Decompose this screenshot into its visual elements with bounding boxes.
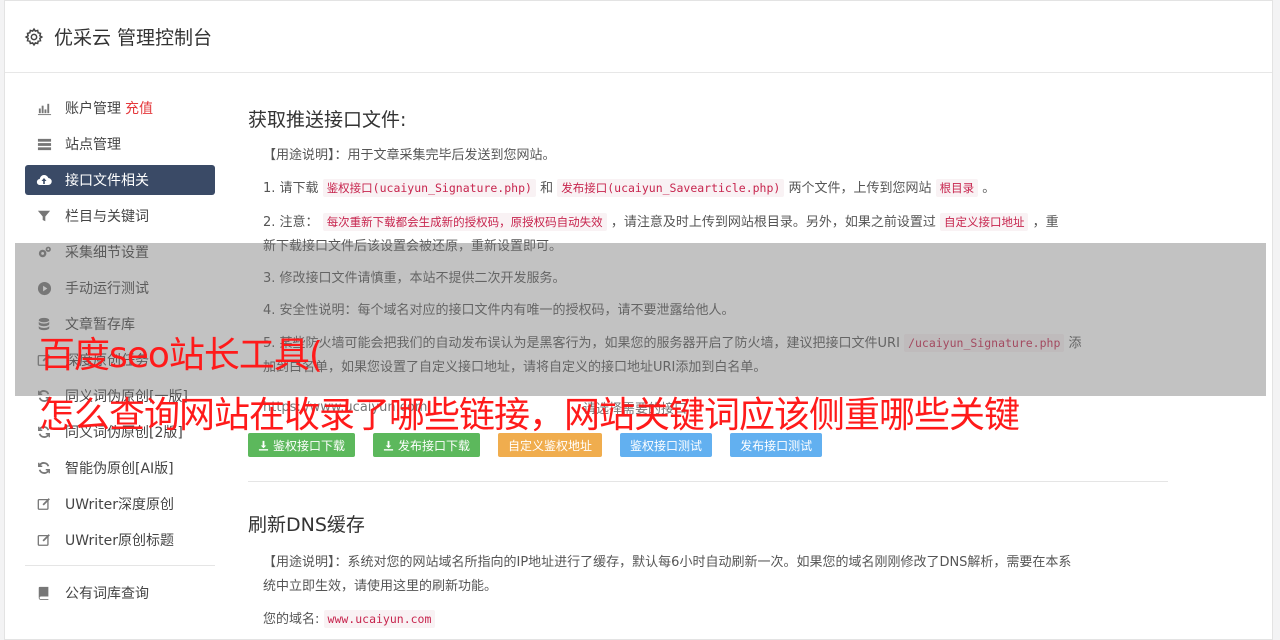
instruction-1: 1. 请下载 鉴权接口(ucaiyun_Signature.php) 和 发布接…: [248, 176, 1168, 201]
sidebar-item-label: 账户管理: [65, 101, 121, 117]
sidebar-item-interface-files[interactable]: 接口文件相关: [25, 165, 215, 195]
savearticle-file-code: 发布接口(ucaiyun_Savearticle.php): [557, 179, 785, 197]
sidebar-item-public-lexicon[interactable]: 公有词库查询: [25, 578, 215, 608]
sidebar-item-sites[interactable]: 站点管理: [25, 129, 215, 159]
sidebar-item-uwriter-deep[interactable]: UWriter深度原创: [25, 489, 215, 519]
text: 1. 请下载: [263, 181, 319, 196]
gear-icon: [24, 27, 44, 46]
sidebar-item-label: 智能伪原创[AI版]: [65, 461, 174, 477]
download-icon: [258, 440, 269, 451]
button-label: 鉴权接口下载: [273, 438, 346, 453]
text: 2. 注意：: [263, 215, 319, 230]
overlay-title-line1: 百度seo站长工具(: [39, 335, 323, 376]
sidebar-item-label: 公有词库查询: [65, 586, 149, 602]
edit-icon: [36, 496, 52, 512]
download-icon: [383, 440, 394, 451]
root-dir-code: 根目录: [935, 179, 979, 197]
usage-note: 【用途说明】：用于文章采集完毕后发送到您网站。: [263, 148, 556, 163]
top-header: 优采云 管理控制台: [5, 1, 1272, 73]
domain-row: 您的域名: www.ucaiyun.com: [248, 607, 1168, 632]
sidebar-item-uwriter-title[interactable]: UWriter原创标题: [25, 525, 215, 555]
sidebar-item-label: UWriter原创标题: [65, 533, 174, 549]
overlay-title-line2: 怎么查询网站在收录了哪些链接，网站关键词应该侧重哪些关键: [39, 395, 1020, 436]
sidebar-item-ai-rewrite[interactable]: 智能伪原创[AI版]: [25, 453, 215, 483]
text: 和: [540, 181, 554, 196]
book-icon: [36, 585, 52, 601]
instruction-2: 2. 注意： 每次重新下载都会生成新的授权码，原授权码自动失效 ，请注意及时上传…: [248, 210, 1168, 235]
text: 两个文件，上传到您网站: [788, 181, 932, 196]
sidebar-item-label: 站点管理: [65, 137, 121, 153]
text: 。: [982, 181, 996, 196]
recharge-link[interactable]: 充值: [125, 98, 153, 118]
dns-usage-note: 【用途说明】：系统对您的网站域名所指向的IP地址进行了缓存，默认每6小时自动刷新…: [263, 555, 1072, 570]
sidebar-item-label: UWriter深度原创: [65, 497, 174, 513]
text: ，重: [1032, 215, 1059, 230]
sidebar-item-account[interactable]: 账户管理 充值: [25, 93, 215, 123]
refresh-icon: [36, 460, 52, 476]
sidebar-item-categories[interactable]: 栏目与关键词: [25, 201, 215, 231]
sidebar-item-label: 接口文件相关: [65, 173, 149, 189]
regenerate-warning-code: 每次重新下载都会生成新的授权码，原授权码自动失效: [322, 213, 607, 231]
app-title: 优采云 管理控制台: [54, 27, 213, 49]
dns-usage-note-cont: 统中立即生效，请使用这里的刷新功能。: [263, 579, 498, 594]
domain-value: www.ucaiyun.com: [323, 610, 436, 628]
section-title: 刷新DNS缓存: [248, 514, 365, 536]
bar-chart-icon: [36, 100, 52, 116]
section-title: 获取推送接口文件:: [248, 109, 407, 131]
cloud-upload-icon: [36, 172, 52, 188]
sidebar-item-label: 栏目与关键词: [65, 209, 149, 225]
text: ，请注意及时上传到网站根目录。另外，如果之前设置过: [610, 215, 936, 230]
edit-icon: [36, 532, 52, 548]
server-icon: [36, 136, 52, 152]
sidebar-divider: [25, 565, 215, 566]
section-refresh-dns: 刷新DNS缓存 【用途说明】：系统对您的网站域名所指向的IP地址进行了缓存，默认…: [248, 510, 1168, 632]
button-label: 发布接口下载: [398, 438, 471, 453]
custom-url-code: 自定义接口地址: [939, 213, 1029, 231]
domain-label: 您的域名:: [263, 612, 320, 627]
signature-file-code: 鉴权接口(ucaiyun_Signature.php): [322, 179, 536, 197]
filter-icon: [36, 208, 52, 224]
